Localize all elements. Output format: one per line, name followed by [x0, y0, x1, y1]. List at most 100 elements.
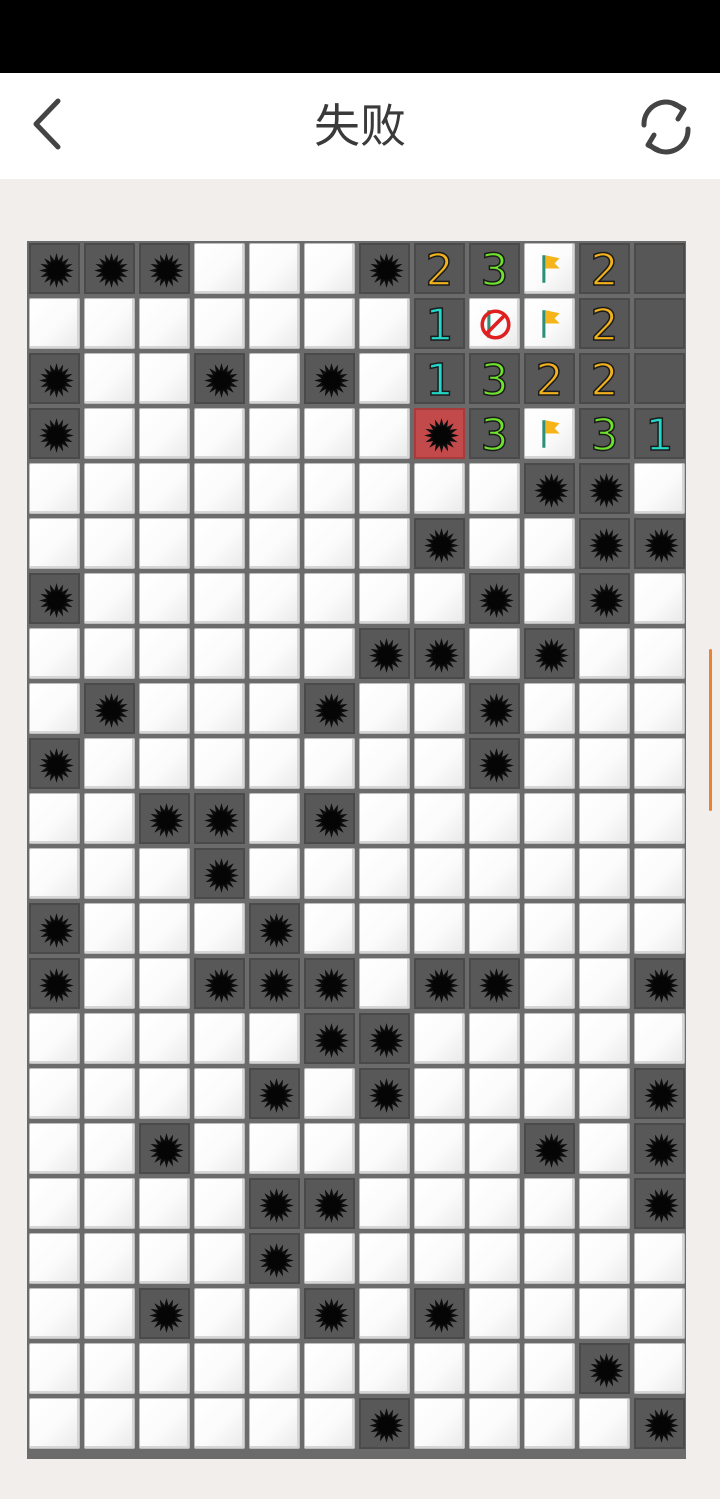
mine-cell[interactable]	[469, 573, 520, 624]
hidden-cell[interactable]	[84, 298, 135, 349]
hidden-cell[interactable]	[524, 683, 575, 734]
hidden-cell[interactable]	[524, 1288, 575, 1339]
hidden-cell[interactable]	[414, 1068, 465, 1119]
hidden-cell[interactable]	[29, 1398, 80, 1449]
hidden-cell[interactable]	[634, 903, 685, 954]
hidden-cell[interactable]	[29, 298, 80, 349]
mine-cell[interactable]	[194, 793, 245, 844]
mine-cell[interactable]	[469, 958, 520, 1009]
hidden-cell[interactable]	[29, 1233, 80, 1284]
hidden-cell[interactable]	[579, 1178, 630, 1229]
hidden-cell[interactable]	[414, 1123, 465, 1174]
hidden-cell[interactable]	[139, 408, 190, 459]
hidden-cell[interactable]	[84, 353, 135, 404]
hidden-cell[interactable]	[84, 408, 135, 459]
hidden-cell[interactable]	[194, 903, 245, 954]
hidden-cell[interactable]	[249, 518, 300, 569]
hidden-cell[interactable]	[634, 793, 685, 844]
hidden-cell[interactable]	[634, 463, 685, 514]
hidden-cell[interactable]	[29, 1123, 80, 1174]
hidden-cell[interactable]	[249, 243, 300, 294]
mine-cell[interactable]	[579, 573, 630, 624]
hidden-cell[interactable]	[84, 628, 135, 679]
hidden-cell[interactable]	[359, 518, 410, 569]
mine-cell[interactable]	[304, 353, 355, 404]
hidden-cell[interactable]	[249, 408, 300, 459]
hidden-cell[interactable]	[579, 1068, 630, 1119]
hidden-cell[interactable]	[469, 1288, 520, 1339]
number-cell[interactable]: 3	[579, 408, 630, 462]
mine-cell[interactable]	[29, 243, 80, 294]
hidden-cell[interactable]	[194, 1068, 245, 1119]
number-cell[interactable]: 1	[634, 408, 685, 462]
hidden-cell[interactable]	[29, 518, 80, 569]
hidden-cell[interactable]	[304, 573, 355, 624]
hidden-cell[interactable]	[304, 1123, 355, 1174]
hidden-cell[interactable]	[249, 1013, 300, 1064]
hidden-cell[interactable]	[579, 848, 630, 899]
flagged-cell[interactable]	[524, 243, 575, 294]
hidden-cell[interactable]	[139, 1343, 190, 1394]
hidden-cell[interactable]	[29, 463, 80, 514]
mine-cell[interactable]	[304, 1178, 355, 1229]
hidden-cell[interactable]	[359, 353, 410, 404]
hidden-cell[interactable]	[524, 1178, 575, 1229]
hidden-cell[interactable]	[634, 1343, 685, 1394]
hidden-cell[interactable]	[469, 793, 520, 844]
hidden-cell[interactable]	[139, 1068, 190, 1119]
mine-cell[interactable]	[524, 628, 575, 679]
hidden-cell[interactable]	[139, 738, 190, 789]
hidden-cell[interactable]	[414, 1398, 465, 1449]
mine-cell[interactable]	[579, 1343, 630, 1394]
hidden-cell[interactable]	[139, 298, 190, 349]
hidden-cell[interactable]	[359, 463, 410, 514]
hidden-cell[interactable]	[359, 1123, 410, 1174]
number-cell[interactable]: 3	[469, 408, 520, 462]
number-cell[interactable]: 2	[579, 353, 630, 407]
hidden-cell[interactable]	[304, 298, 355, 349]
hidden-cell[interactable]	[469, 1233, 520, 1284]
hidden-cell[interactable]	[634, 1288, 685, 1339]
hidden-cell[interactable]	[139, 903, 190, 954]
hidden-cell[interactable]	[524, 518, 575, 569]
mine-cell[interactable]	[634, 958, 685, 1009]
mine-cell[interactable]	[469, 738, 520, 789]
hidden-cell[interactable]	[194, 628, 245, 679]
mine-cell[interactable]	[84, 243, 135, 294]
mine-cell[interactable]	[524, 463, 575, 514]
hidden-cell[interactable]	[579, 1233, 630, 1284]
mine-cell[interactable]	[579, 518, 630, 569]
hidden-cell[interactable]	[194, 298, 245, 349]
hidden-cell[interactable]	[469, 1343, 520, 1394]
mine-cell[interactable]	[139, 1123, 190, 1174]
hidden-cell[interactable]	[194, 738, 245, 789]
hidden-cell[interactable]	[29, 1013, 80, 1064]
hidden-cell[interactable]	[469, 1068, 520, 1119]
hidden-cell[interactable]	[469, 518, 520, 569]
hidden-cell[interactable]	[84, 518, 135, 569]
hidden-cell[interactable]	[304, 1343, 355, 1394]
hidden-cell[interactable]	[29, 683, 80, 734]
hidden-cell[interactable]	[194, 408, 245, 459]
hidden-cell[interactable]	[634, 683, 685, 734]
hidden-cell[interactable]	[84, 1343, 135, 1394]
mine-cell[interactable]	[249, 958, 300, 1009]
hidden-cell[interactable]	[414, 573, 465, 624]
hidden-cell[interactable]	[579, 683, 630, 734]
hidden-cell[interactable]	[194, 518, 245, 569]
hidden-cell[interactable]	[524, 793, 575, 844]
hidden-cell[interactable]	[84, 958, 135, 1009]
mine-cell[interactable]	[634, 518, 685, 569]
hidden-cell[interactable]	[359, 408, 410, 459]
hidden-cell[interactable]	[304, 1068, 355, 1119]
hidden-cell[interactable]	[139, 683, 190, 734]
hidden-cell[interactable]	[84, 573, 135, 624]
hidden-cell[interactable]	[84, 1068, 135, 1119]
hidden-cell[interactable]	[634, 738, 685, 789]
hidden-cell[interactable]	[304, 243, 355, 294]
number-cell[interactable]: 1	[414, 353, 465, 407]
mine-cell[interactable]	[579, 463, 630, 514]
flagged-cell[interactable]	[524, 408, 575, 459]
hidden-cell[interactable]	[359, 1343, 410, 1394]
hidden-cell[interactable]	[469, 463, 520, 514]
